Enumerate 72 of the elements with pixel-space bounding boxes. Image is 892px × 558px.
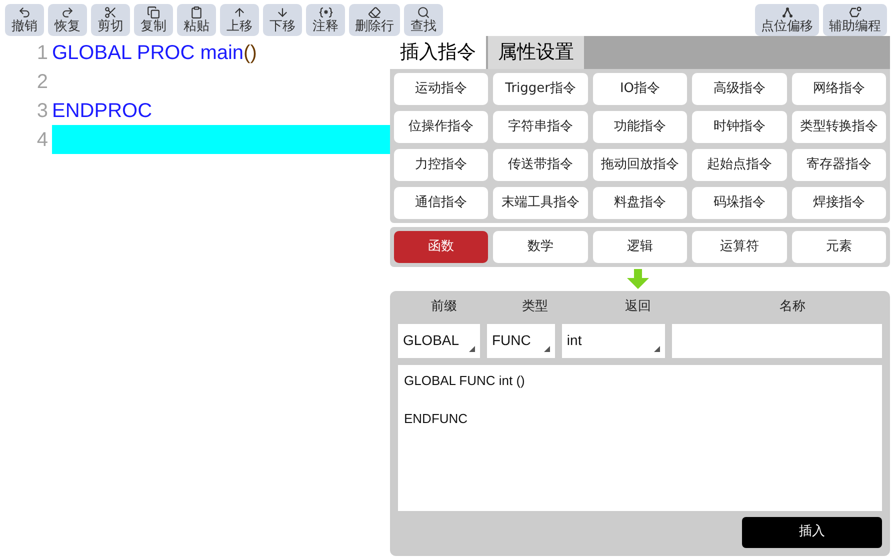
insert-button[interactable]: 插入 — [742, 516, 882, 548]
toolbar-button[interactable]: 下移 — [263, 4, 302, 36]
toolbar-button[interactable]: 点位偏移 — [755, 4, 819, 36]
toolbar-button[interactable]: 剪切 — [91, 4, 130, 36]
tab[interactable]: 属性设置 — [488, 36, 584, 69]
code-token: () — [244, 40, 257, 66]
toolbar-button[interactable]: 查找 — [404, 4, 443, 36]
toolbar-button[interactable]: 恢复 — [48, 4, 87, 36]
category-button[interactable]: 数学 — [493, 231, 588, 263]
prefix-label: 前缀 — [430, 298, 458, 316]
arrow-down-icon — [626, 269, 650, 289]
type-label: 类型 — [521, 298, 549, 316]
line-number: 1 — [36, 40, 49, 66]
instruction-button[interactable]: 位操作指令 — [394, 111, 488, 143]
line-number: 3 — [36, 98, 49, 124]
dropdown[interactable]: GLOBAL — [398, 324, 480, 358]
category-button[interactable]: 元素 — [792, 231, 886, 263]
corner-caret-icon — [654, 346, 660, 352]
toolbar-button[interactable]: 上移 — [220, 4, 259, 36]
toolbar-button[interactable]: 辅助编程 — [823, 4, 887, 36]
nodes-icon — [780, 6, 794, 19]
dropdown[interactable]: int — [562, 324, 665, 358]
category-button[interactable]: 函数 — [394, 231, 488, 263]
instruction-button[interactable]: 通信指令 — [394, 187, 488, 219]
toolbar-button[interactable]: 注释 — [306, 4, 345, 36]
instruction-button[interactable]: 运动指令 — [394, 73, 488, 105]
paste-icon — [190, 6, 203, 19]
arrow-down-icon — [276, 6, 289, 19]
code-token: GLOBAL PROC main — [52, 40, 244, 66]
instruction-button[interactable]: 寄存器指令 — [792, 149, 886, 181]
line-number: 2 — [36, 70, 49, 94]
arrow-up-icon — [233, 6, 246, 19]
code-preview: GLOBAL FUNC int () ENDFUNC — [398, 364, 882, 510]
instruction-button[interactable]: 拖动回放指令 — [592, 149, 688, 181]
instruction-button[interactable]: 码垛指令 — [692, 187, 787, 219]
corner-caret-icon — [544, 346, 550, 352]
scissors-icon — [104, 6, 117, 19]
name-label: 名称 — [778, 298, 806, 316]
instruction-button[interactable]: 高级指令 — [692, 73, 787, 105]
instruction-button[interactable]: Trigger指令 — [493, 73, 588, 105]
return-label: 返回 — [624, 298, 652, 316]
corner-caret-icon — [468, 346, 475, 352]
undo-icon — [18, 6, 31, 19]
hexagon-icon — [848, 6, 862, 19]
instruction-button[interactable]: 传送带指令 — [493, 149, 588, 181]
code-token: ENDPROC — [52, 98, 152, 124]
instruction-button[interactable]: 字符串指令 — [493, 111, 588, 143]
category-button[interactable]: 运算符 — [692, 231, 787, 263]
redo-icon — [61, 6, 74, 19]
toolbar-button[interactable]: 撤销 — [5, 4, 44, 36]
instruction-button[interactable]: IO指令 — [592, 73, 688, 105]
instruction-button[interactable]: 末端工具指令 — [493, 187, 588, 219]
braces-icon — [318, 6, 332, 19]
name-field[interactable] — [672, 324, 882, 358]
toolbar-button[interactable]: 删除行 — [349, 4, 400, 36]
category-button[interactable]: 逻辑 — [592, 231, 688, 263]
instruction-button[interactable]: 时钟指令 — [692, 111, 787, 143]
instruction-button[interactable]: 力控指令 — [394, 149, 488, 181]
instruction-button[interactable]: 起始点指令 — [692, 149, 787, 181]
instruction-button[interactable]: 类型转换指令 — [792, 111, 886, 143]
line-number: 4 — [36, 128, 49, 152]
instruction-button[interactable]: 功能指令 — [592, 111, 688, 143]
search-icon — [417, 6, 430, 19]
eraser-icon — [368, 6, 381, 19]
instruction-button[interactable]: 焊接指令 — [792, 187, 886, 219]
instruction-button[interactable]: 网络指令 — [792, 73, 886, 105]
instruction-button[interactable]: 料盘指令 — [592, 187, 688, 219]
copy-icon — [147, 6, 160, 19]
dropdown[interactable]: FUNC — [486, 324, 555, 358]
toolbar-button[interactable]: 复制 — [134, 4, 173, 36]
toolbar-button[interactable]: 粘贴 — [177, 4, 216, 36]
tab[interactable]: 插入指令 — [390, 36, 486, 69]
